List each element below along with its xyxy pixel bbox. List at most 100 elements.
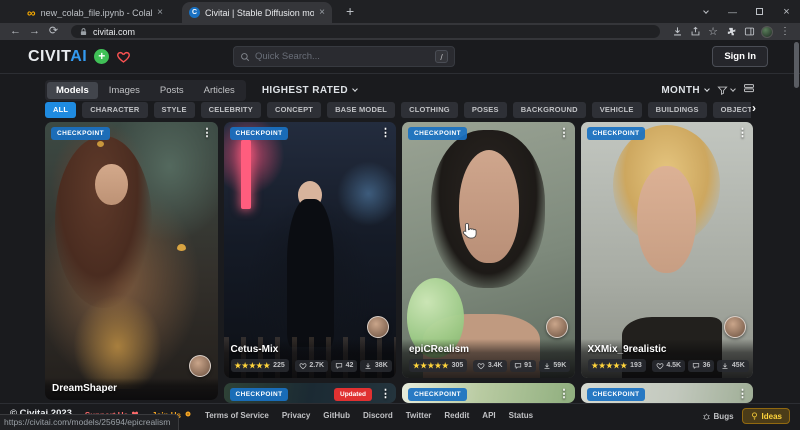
downloads-icon[interactable] <box>668 26 686 37</box>
likes-pill[interactable]: 2.7K <box>295 360 328 372</box>
new-tab-button[interactable]: + <box>346 3 354 19</box>
address-bar[interactable]: civitai.com <box>71 25 660 38</box>
downloads-pill[interactable]: 38K <box>360 360 391 372</box>
creator-avatar[interactable] <box>367 316 389 338</box>
card-menu-icon[interactable]: ⋮ <box>737 388 748 400</box>
model-card-epicrealism[interactable]: CHECKPOINT⋮epiCRealism★★★★★3053.4K9159K <box>402 122 575 378</box>
filter-funnel-icon[interactable] <box>717 85 735 96</box>
downloads-pill[interactable]: 45K <box>717 360 748 372</box>
category-chip-all[interactable]: ALL <box>45 102 76 118</box>
model-card-xxmix_9realistic[interactable]: CHECKPOINT⋮XXMix_9realistic★★★★★1934.5K3… <box>581 122 754 378</box>
footer-link-status[interactable]: Status <box>509 410 533 420</box>
category-chip-background[interactable]: BACKGROUND <box>513 102 586 118</box>
layout-toggle-icon[interactable] <box>743 81 755 99</box>
category-chip-clothing[interactable]: CLOTHING <box>401 102 458 118</box>
card-menu-icon[interactable]: ⋮ <box>737 127 748 139</box>
heart-icon <box>477 362 485 370</box>
star-icons: ★★★★★ <box>235 361 271 370</box>
sort-dropdown[interactable]: HIGHEST RATED <box>262 85 357 96</box>
stat-value: 91 <box>524 362 532 369</box>
close-button[interactable]: × <box>773 0 800 23</box>
stat-value: 59K <box>553 362 566 369</box>
create-plus-button[interactable]: + <box>94 49 109 64</box>
comments-pill[interactable]: 36 <box>688 360 714 372</box>
bookmark-star-icon[interactable]: ☆ <box>704 25 722 38</box>
category-chip-celebrity[interactable]: CELEBRITY <box>201 102 261 118</box>
footer-link-twitter[interactable]: Twitter <box>406 410 432 420</box>
category-chip-vehicle[interactable]: VEHICLE <box>592 102 642 118</box>
download-icon <box>543 362 551 370</box>
category-chip-base-model[interactable]: BASE MODEL <box>327 102 395 118</box>
comments-pill[interactable]: 42 <box>331 360 357 372</box>
tags-scroll-right-icon[interactable]: › <box>752 101 756 115</box>
card-badge-row: CHECKPOINT⋮ <box>230 127 392 140</box>
comments-pill[interactable]: 91 <box>510 360 536 372</box>
category-chip-style[interactable]: STYLE <box>154 102 195 118</box>
footer-link-terms-of-service[interactable]: Terms of Service <box>205 410 269 420</box>
card-menu-icon[interactable]: ⋮ <box>380 388 391 400</box>
bugs-link[interactable]: Bugs <box>702 412 734 421</box>
updated-badge: Updated <box>334 388 372 401</box>
downloads-pill[interactable]: 59K <box>539 360 570 372</box>
model-card-cetus-mix[interactable]: CHECKPOINT⋮Cetus-Mix★★★★★2252.7K4238K <box>224 122 397 378</box>
model-card-dreamshaper[interactable]: CHECKPOINT⋮DreamShaper <box>45 122 218 400</box>
tab-close-icon[interactable]: × <box>157 7 163 18</box>
browser-menu-icon[interactable]: ⋮ <box>776 26 794 37</box>
period-dropdown[interactable]: MONTH <box>661 85 709 96</box>
tab-posts[interactable]: Posts <box>151 82 193 99</box>
side-panel-icon[interactable] <box>740 26 758 37</box>
category-chip-poses[interactable]: POSES <box>464 102 507 118</box>
footer-link-privacy[interactable]: Privacy <box>282 410 310 420</box>
card-menu-icon[interactable]: ⋮ <box>380 127 391 139</box>
tab-close-icon[interactable]: × <box>319 7 325 18</box>
tab-images[interactable]: Images <box>100 82 149 99</box>
rating-count: 305 <box>452 362 464 369</box>
category-chip-objects[interactable]: OBJECTS <box>713 102 751 118</box>
tab-models[interactable]: Models <box>47 82 98 99</box>
creator-avatar[interactable] <box>189 355 211 377</box>
category-chip-buildings[interactable]: BUILDINGS <box>648 102 707 118</box>
extensions-puzzle-icon[interactable] <box>722 26 740 37</box>
tab-articles[interactable]: Articles <box>195 82 244 99</box>
card-menu-icon[interactable]: ⋮ <box>559 388 570 400</box>
footer-link-label: Reddit <box>444 411 469 420</box>
card-stats: ★★★★★2252.7K4238K <box>231 359 390 372</box>
lock-icon <box>79 27 88 37</box>
model-card[interactable]: CHECKPOINT⋮ <box>402 383 575 403</box>
footer-link-github[interactable]: GitHub <box>323 410 350 420</box>
footer-link-reddit[interactable]: Reddit <box>444 410 469 420</box>
logo-text-civit: CIVIT <box>28 48 70 65</box>
forward-icon[interactable]: → <box>25 26 44 37</box>
minimize-button[interactable]: — <box>719 0 746 23</box>
card-menu-icon[interactable]: ⋮ <box>559 127 570 139</box>
favorites-heart-icon[interactable] <box>116 50 131 64</box>
footer-link-api[interactable]: API <box>482 410 495 420</box>
browser-tab-civitai[interactable]: C Civitai | Stable Diffusion models × <box>182 2 332 23</box>
reload-icon[interactable]: ⟳ <box>44 26 63 37</box>
card-menu-icon[interactable]: ⋮ <box>202 127 213 139</box>
footer-link-discord[interactable]: Discord <box>363 410 393 420</box>
search-placeholder: Quick Search... <box>255 51 430 62</box>
download-icon <box>364 362 372 370</box>
share-icon[interactable] <box>686 26 704 37</box>
creator-avatar[interactable] <box>546 316 568 338</box>
heart-icon <box>656 362 664 370</box>
model-card[interactable]: CHECKPOINT⋮ <box>581 383 754 403</box>
creator-avatar[interactable] <box>724 316 746 338</box>
category-chip-character[interactable]: CHARACTER <box>82 102 147 118</box>
search-input[interactable]: Quick Search... / <box>233 46 455 67</box>
civitai-logo[interactable]: CIVITAI + <box>28 40 131 73</box>
page-scrollbar-thumb[interactable] <box>794 42 799 88</box>
maximize-button[interactable] <box>746 0 773 23</box>
back-icon[interactable]: ← <box>6 26 25 37</box>
ideas-button[interactable]: Ideas <box>742 408 790 424</box>
gold-badge-icon <box>184 410 192 420</box>
sign-in-button[interactable]: Sign In <box>712 46 768 67</box>
likes-pill[interactable]: 3.4K <box>473 360 506 372</box>
category-chip-concept[interactable]: CONCEPT <box>267 102 321 118</box>
tab-search-icon[interactable] <box>692 0 719 23</box>
likes-pill[interactable]: 4.5K <box>652 360 685 372</box>
browser-tab-colab[interactable]: ∞ new_colab_file.ipynb - Colaborat × <box>20 2 170 23</box>
model-card[interactable]: CHECKPOINTUpdated⋮ <box>224 383 397 403</box>
profile-avatar[interactable] <box>758 26 776 38</box>
